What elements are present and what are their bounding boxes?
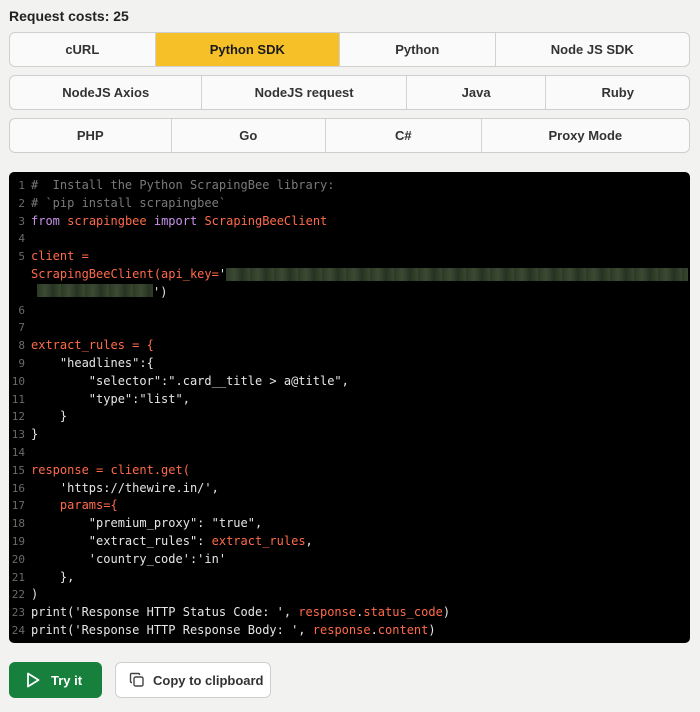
copy-to-clipboard-label: Copy to clipboard xyxy=(153,672,264,688)
tab-java[interactable]: Java xyxy=(407,76,547,109)
code-line: 13} xyxy=(11,427,39,442)
code-line: 20 'country_code':'in' xyxy=(11,551,227,566)
action-bar: Try it Copy to clipboard xyxy=(9,662,271,698)
copy-icon xyxy=(129,672,145,688)
code-line: 18 "premium_proxy": "true", xyxy=(11,516,263,531)
redacted-api-key-continued xyxy=(37,283,153,297)
code-line: 1 # Install the Python ScrapingBee librar… xyxy=(18,178,335,192)
code-line: ScrapingBeeClient(api_key=' xyxy=(9,266,690,284)
language-tabs-row-2: NodeJS Axios NodeJS request Java Ruby xyxy=(9,75,690,110)
tab-nodejs-request[interactable]: NodeJS request xyxy=(202,76,407,109)
tab-proxy-mode[interactable]: Proxy Mode xyxy=(482,119,689,152)
code-line: 6 xyxy=(18,303,25,317)
code-line: 4 xyxy=(18,232,25,246)
code-line: 24 print('Response HTTP Response Body: ',… xyxy=(11,622,436,637)
code-line: 9 "headlines":{ xyxy=(18,355,154,370)
request-costs-title: Request costs: 25 xyxy=(9,8,129,24)
language-tabs-row-3: PHP Go C# Proxy Mode xyxy=(9,118,690,153)
redacted-api-key xyxy=(226,267,689,281)
code-line: 17 params={ xyxy=(11,498,118,513)
code-line: 14 xyxy=(11,445,25,459)
try-it-label: Try it xyxy=(51,672,83,688)
copy-to-clipboard-button[interactable]: Copy to clipboard xyxy=(115,662,271,698)
code-line: ') xyxy=(13,283,690,302)
tab-python[interactable]: Python xyxy=(340,33,496,66)
tab-python-sdk[interactable]: Python SDK xyxy=(155,33,341,66)
tab-go[interactable]: Go xyxy=(172,119,327,152)
code-line: 15 response = client.get( xyxy=(11,462,190,477)
code-line: 11 "type":"list", xyxy=(11,391,190,406)
code-line: 16 'https://thewire.in/', xyxy=(11,480,219,495)
tab-csharp[interactable]: C# xyxy=(326,119,482,152)
code-snippet[interactable]: 1 # Install the Python ScrapingBee librar… xyxy=(9,172,690,643)
tab-node-js-sdk[interactable]: Node JS SDK xyxy=(496,33,689,66)
code-line: 10 "selector":".card__title > a@title", xyxy=(11,373,349,388)
tab-php[interactable]: PHP xyxy=(10,119,172,152)
code-line: 7 xyxy=(18,321,25,335)
code-line: 19 "extract_rules": extract_rules, xyxy=(11,533,313,548)
code-line: 21 }, xyxy=(11,569,75,584)
code-line: 5 client = xyxy=(18,249,89,264)
code-line: 23 print('Response HTTP Status Code: ', r… xyxy=(11,605,451,620)
tab-ruby[interactable]: Ruby xyxy=(546,76,689,109)
code-line: 22) xyxy=(11,587,39,602)
code-line: 3 from scrapingbee import ScrapingBeeClie… xyxy=(18,213,328,228)
tab-curl[interactable]: cURL xyxy=(10,33,156,66)
play-icon xyxy=(25,672,41,688)
try-it-button[interactable]: Try it xyxy=(9,662,102,698)
code-line: 8 extract_rules = { xyxy=(18,338,154,353)
tab-nodejs-axios[interactable]: NodeJS Axios xyxy=(10,76,203,109)
code-line: 12 } xyxy=(11,409,68,424)
language-tabs-row-1: cURL Python SDK Python Node JS SDK xyxy=(9,32,690,67)
code-line: 2 # `pip install scrapingbee` xyxy=(18,195,227,210)
